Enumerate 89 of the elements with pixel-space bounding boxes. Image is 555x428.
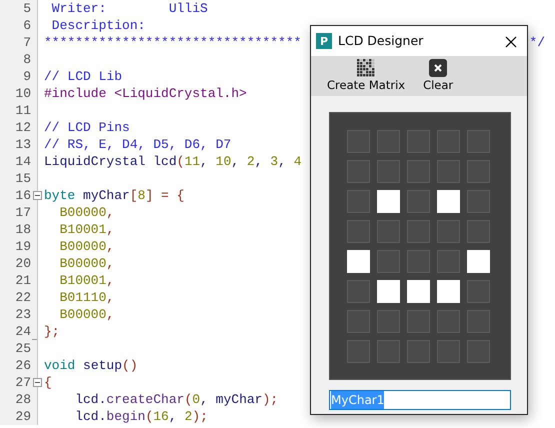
line-number: 25 — [15, 340, 31, 357]
code-line: */ — [529, 34, 545, 51]
code-line: B00000, — [58, 306, 114, 323]
line-number: 24 — [15, 323, 31, 340]
matrix-cell[interactable] — [437, 250, 460, 273]
matrix-cell[interactable] — [347, 130, 370, 153]
clear-icon — [429, 59, 448, 77]
grid-icon — [357, 59, 376, 77]
line-number: 21 — [15, 272, 31, 289]
matrix-cell[interactable] — [407, 310, 430, 333]
code-line: B00000, — [58, 238, 114, 255]
matrix-cell[interactable] — [377, 310, 400, 333]
matrix-cell[interactable] — [467, 130, 490, 153]
line-number: 6 — [23, 17, 31, 34]
matrix-cell[interactable] — [347, 340, 370, 363]
line-number: 5 — [23, 0, 31, 17]
line-number: 12 — [15, 119, 31, 136]
matrix-cell[interactable] — [467, 160, 490, 183]
line-number: 11 — [15, 102, 31, 119]
code-line: LiquidCrystal lcd(11, 10, 2, 3, 4 — [44, 153, 302, 170]
matrix-cell[interactable] — [407, 250, 430, 273]
matrix-cell[interactable] — [347, 220, 370, 243]
matrix-cell[interactable] — [377, 250, 400, 273]
window-title: LCD Designer — [338, 32, 424, 50]
matrix-cell[interactable] — [467, 310, 490, 333]
fold-toggle-icon[interactable] — [33, 191, 42, 200]
matrix-cell[interactable] — [377, 160, 400, 183]
matrix-cell[interactable] — [467, 190, 490, 213]
matrix-cell[interactable] — [347, 160, 370, 183]
matrix-cell[interactable] — [467, 220, 490, 243]
code-line: #include <LiquidCrystal.h> — [44, 85, 247, 102]
code-line: // LCD Pins — [44, 119, 130, 136]
matrix-cell[interactable] — [377, 340, 400, 363]
code-line: B10001, — [58, 272, 114, 289]
line-number: 22 — [15, 289, 31, 306]
matrix-cell[interactable] — [347, 190, 370, 213]
line-number: 26 — [15, 357, 31, 374]
line-number: 20 — [15, 255, 31, 272]
matrix-cell[interactable] — [467, 340, 490, 363]
code-line: B01110, — [58, 289, 114, 306]
line-number: 7 — [23, 34, 31, 51]
code-line: { — [44, 374, 52, 391]
code-line: Description: — [50, 17, 146, 34]
line-number: 16 — [15, 187, 31, 204]
create-matrix-button[interactable]: Create Matrix — [325, 59, 408, 93]
matrix-cell[interactable] — [407, 220, 430, 243]
matrix-cell[interactable] — [437, 160, 460, 183]
matrix-cell[interactable] — [437, 310, 460, 333]
matrix-cell[interactable] — [377, 220, 400, 243]
code-line: // LCD Lib — [44, 68, 122, 85]
matrix-cell[interactable] — [407, 340, 430, 363]
code-line: }; — [44, 323, 60, 340]
code-line: // RS, E, D4, D5, D6, D7 — [44, 136, 232, 153]
code-line: void setup() — [44, 357, 138, 374]
code-line: Writer: UlliS — [50, 0, 208, 17]
line-number: 14 — [15, 153, 31, 170]
code-line: B00000, — [58, 255, 114, 272]
app-icon: P — [316, 33, 332, 49]
line-number: 10 — [15, 85, 31, 102]
line-number: 28 — [15, 391, 31, 408]
line-number: 9 — [23, 68, 31, 85]
matrix-cell[interactable] — [407, 160, 430, 183]
matrix-cell[interactable] — [437, 220, 460, 243]
matrix-cell[interactable] — [347, 280, 370, 303]
line-number: 13 — [15, 136, 31, 153]
fold-toggle-icon[interactable] — [33, 378, 42, 387]
matrix-cell[interactable] — [437, 130, 460, 153]
line-number: 23 — [15, 306, 31, 323]
code-line: lcd.createChar(0, myChar); — [74, 391, 278, 408]
code-line: B10001, — [58, 221, 114, 238]
code-line: B00000, — [58, 204, 114, 221]
matrix-cell[interactable] — [467, 280, 490, 303]
matrix-cell[interactable] — [437, 340, 460, 363]
close-icon — [505, 36, 517, 48]
line-number: 8 — [23, 51, 31, 68]
line-number: 18 — [15, 221, 31, 238]
matrix-cell[interactable] — [347, 310, 370, 333]
line-number: 19 — [15, 238, 31, 255]
matrix-cell[interactable] — [377, 130, 400, 153]
code-line: byte myChar[8] = { — [44, 187, 184, 204]
clear-button[interactable]: Clear — [421, 59, 456, 93]
line-number: 29 — [15, 408, 31, 425]
line-number: 27 — [15, 374, 31, 391]
code-line: lcd.begin(16, 2); — [74, 408, 208, 425]
line-number: 17 — [15, 204, 31, 221]
line-number: 15 — [15, 170, 31, 187]
matrix-cell[interactable] — [407, 190, 430, 213]
matrix-cell[interactable] — [407, 130, 430, 153]
code-line: ********************************* — [44, 34, 302, 51]
